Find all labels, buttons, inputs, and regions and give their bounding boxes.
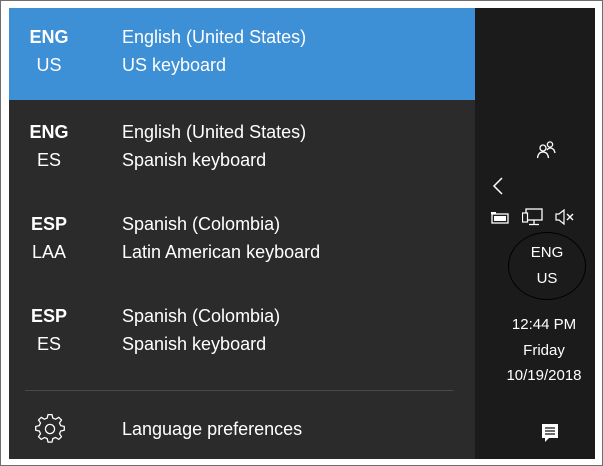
language-desc: English (United States) US keyboard — [122, 23, 306, 79]
language-sub: LAA — [31, 242, 67, 262]
clock-date[interactable]: 10/19/2018 — [494, 367, 594, 384]
language-item-eng-us[interactable]: ENG US English (United States) US keyboa… — [9, 8, 475, 100]
network-icon[interactable] — [522, 208, 544, 226]
language-desc: English (United States) Spanish keyboard — [122, 118, 306, 174]
input-indicator-sub: US — [536, 270, 558, 287]
language-abbr: ENG ES — [9, 118, 89, 174]
language-preferences-link[interactable]: Language preferences — [9, 403, 475, 455]
clock-day[interactable]: Friday — [494, 342, 594, 359]
language-flyout: ENG US English (United States) US keyboa… — [9, 8, 475, 459]
language-name: English (United States) — [122, 122, 307, 142]
language-preferences-label: Language preferences — [122, 419, 303, 439]
gear-icon — [35, 414, 65, 443]
language-code: ESP — [30, 214, 68, 234]
volume-muted-icon[interactable] — [555, 209, 575, 225]
language-sub: US — [36, 55, 62, 75]
language-abbr: ENG US — [9, 23, 89, 79]
keyboard-name: Spanish keyboard — [122, 150, 267, 170]
input-indicator-code: ENG — [530, 244, 564, 261]
keyboard-name: Spanish keyboard — [122, 334, 267, 354]
language-code: ESP — [30, 306, 68, 326]
language-sub: ES — [36, 334, 61, 354]
language-name: English (United States) — [122, 27, 307, 47]
language-desc: Spanish (Colombia) Latin American keyboa… — [122, 210, 320, 266]
language-name: Spanish (Colombia) — [122, 214, 281, 234]
people-icon[interactable] — [536, 140, 556, 160]
language-item-esp-laa[interactable]: ESP LAA Spanish (Colombia) Latin America… — [9, 192, 475, 284]
language-name: Spanish (Colombia) — [122, 306, 281, 326]
divider — [25, 390, 453, 391]
language-item-esp-es[interactable]: ESP ES Spanish (Colombia) Spanish keyboa… — [9, 284, 475, 376]
language-sub: ES — [36, 150, 61, 170]
keyboard-name: Latin American keyboard — [122, 242, 321, 262]
language-item-eng-es[interactable]: ENG ES English (United States) Spanish k… — [9, 100, 475, 192]
language-desc: Spanish (Colombia) Spanish keyboard — [122, 302, 280, 358]
battery-icon[interactable] — [491, 212, 511, 224]
language-abbr: ESP LAA — [9, 210, 89, 266]
input-indicator[interactable] — [508, 232, 586, 300]
taskbar: ENG US 12:44 PM Friday 10/19/2018 — [474, 8, 595, 459]
language-code: ENG — [29, 27, 69, 47]
language-abbr: ESP ES — [9, 302, 89, 358]
clock-time[interactable]: 12:44 PM — [494, 316, 594, 333]
chevron-left-icon[interactable] — [492, 176, 504, 196]
language-code: ENG — [29, 122, 69, 142]
action-center-icon[interactable] — [541, 423, 559, 443]
keyboard-name: US keyboard — [122, 55, 227, 75]
